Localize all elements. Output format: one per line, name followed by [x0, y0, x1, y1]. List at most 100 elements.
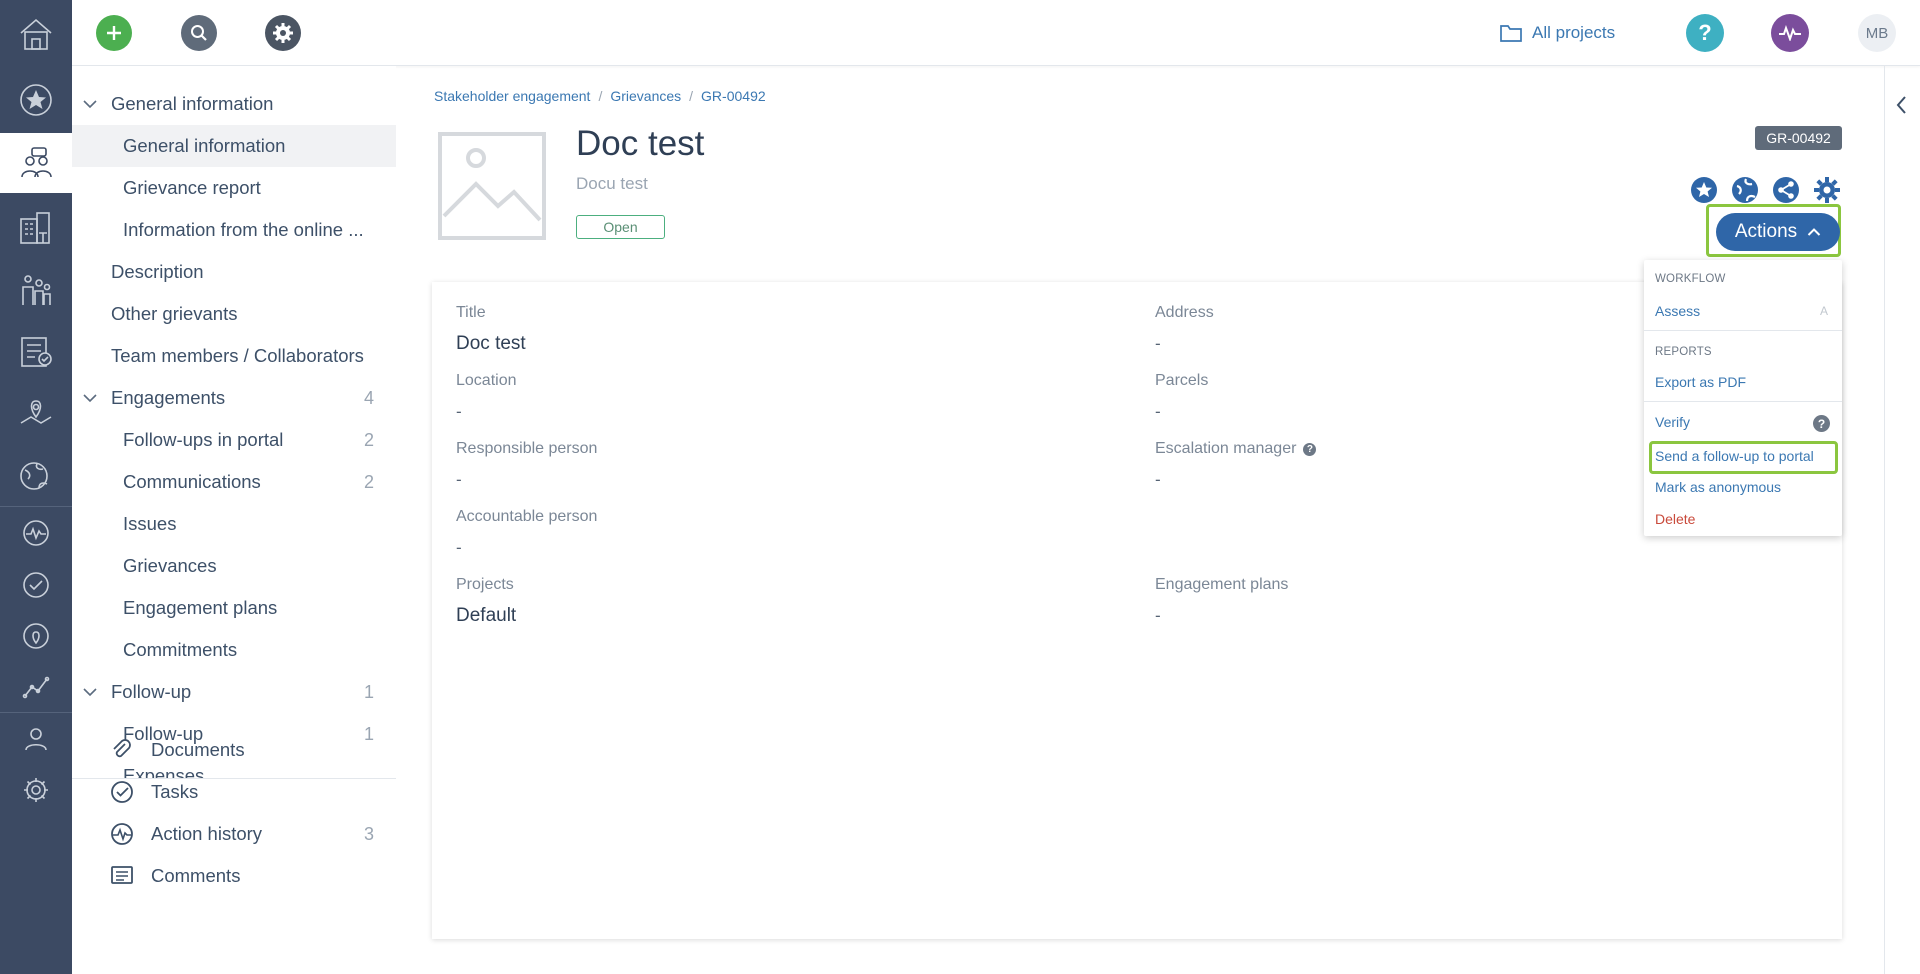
sidebar-item[interactable]: Engagement plans [72, 587, 396, 629]
sidebar-item[interactable]: Description [72, 251, 396, 293]
sidebar-item-count: 1 [363, 681, 374, 702]
field-value-address: - [1155, 334, 1161, 353]
help-button[interactable]: ? [1686, 14, 1724, 52]
all-projects-link[interactable]: All projects [1500, 20, 1615, 46]
sidebar-item[interactable]: General information [72, 83, 396, 125]
sidebar-item-label: General information [111, 93, 274, 114]
menu-item-verify[interactable]: Verify [1655, 414, 1690, 430]
actions-button[interactable]: Actions [1716, 213, 1840, 251]
sidebar-item-label: Action history [151, 823, 263, 844]
right-panel-divider [1884, 66, 1885, 974]
sidebar-item[interactable]: Information from the online ... [72, 209, 396, 251]
sidebar-item-count: 4 [363, 387, 374, 408]
sidebar-item[interactable]: Grievance report [72, 167, 396, 209]
people-icon[interactable] [0, 262, 72, 318]
add-button[interactable] [96, 15, 132, 51]
globe-icon[interactable] [0, 448, 72, 504]
sidebar-item[interactable]: General information [72, 125, 396, 167]
stakeholder-icon[interactable] [0, 133, 72, 193]
menu-item-mark-anonymous[interactable]: Mark as anonymous [1655, 479, 1781, 495]
menu-item-delete[interactable]: Delete [1655, 511, 1695, 527]
sidebar-item-label: Information from the online ... [123, 219, 364, 240]
menu-divider [1644, 330, 1842, 331]
gear-icon[interactable] [0, 765, 72, 815]
image-icon [442, 148, 542, 222]
sidebar-bottom-item[interactable]: Action history 3 [72, 813, 396, 855]
gear-icon[interactable] [1813, 176, 1841, 204]
menu-item-export-pdf[interactable]: Export as PDF [1655, 374, 1746, 390]
chevron-down-icon[interactable] [82, 96, 98, 112]
checklist-icon[interactable] [0, 324, 72, 380]
chevron-down-icon[interactable] [82, 390, 98, 406]
home-icon[interactable] [0, 6, 72, 62]
sidebar-bottom-item[interactable]: Tasks [72, 771, 396, 813]
breadcrumb-item[interactable]: GR-00492 [701, 88, 766, 104]
field-label-parcels: Parcels [1155, 372, 1209, 389]
help-icon[interactable]: ? [1813, 415, 1830, 432]
shortcut-hint: A [1819, 304, 1828, 318]
field-label-engagement-plans: Engagement plans [1155, 576, 1289, 593]
breadcrumb-item[interactable]: Stakeholder engagement [434, 88, 590, 104]
check-icon[interactable] [0, 560, 72, 610]
menu-item-send-follow-up[interactable]: Send a follow-up to portal [1655, 448, 1814, 464]
menu-section-reports: REPORTS [1655, 346, 1712, 358]
sidebar-item-label: Comments [151, 865, 241, 886]
sidebar-item[interactable]: Follow-ups in portal 2 [72, 419, 396, 461]
field-label-projects: Projects [456, 576, 514, 593]
field-label-responsible: Responsible person [456, 440, 598, 457]
buildings-icon[interactable] [0, 200, 72, 256]
activity-button[interactable] [1771, 14, 1809, 52]
search-button[interactable] [181, 15, 217, 51]
globe-icon[interactable] [1731, 176, 1759, 204]
page-title: Doc test [576, 124, 705, 163]
sidebar-item[interactable]: Commitments [72, 629, 396, 671]
sidebar-bottom-item[interactable]: Comments [72, 855, 396, 897]
actions-label: Actions [1734, 221, 1798, 242]
avatar[interactable]: MB [1858, 14, 1896, 52]
field-value-location: - [456, 402, 462, 421]
menu-item-assess[interactable]: Assess [1655, 303, 1700, 319]
id-badge: GR-00492 [1755, 126, 1842, 150]
image-placeholder[interactable] [438, 132, 546, 240]
comment-icon [111, 866, 133, 884]
user-icon[interactable] [0, 714, 72, 764]
field-value-projects[interactable]: Default [456, 605, 516, 627]
field-value-title: Doc test [456, 333, 526, 354]
sidebar-item-label: Issues [123, 513, 177, 534]
sidebar-item-count: 2 [363, 471, 374, 492]
help-icon[interactable]: ? [1303, 442, 1317, 456]
breadcrumb-item[interactable]: Grievances [610, 88, 681, 104]
menu-divider [1644, 401, 1842, 402]
sidebar-item[interactable]: Communications 2 [72, 461, 396, 503]
sidebar-item[interactable]: Team members / Collaborators [72, 335, 396, 377]
sidebar-item-label: Tasks [151, 781, 199, 802]
chevron-up-icon [1807, 228, 1821, 236]
sidebar-item-label: Other grievants [111, 303, 238, 324]
sidebar-item-label: Grievances [123, 555, 217, 576]
sidebar-item-label: Follow-ups in portal [123, 429, 284, 450]
sidebar-item[interactable]: Issues [72, 503, 396, 545]
side-navigation: General information General information Gr… [72, 66, 396, 974]
sidebar-bottom-item[interactable]: Documents [72, 729, 396, 771]
sidebar-item-label: Description [111, 261, 204, 282]
chevron-left-icon[interactable] [1892, 92, 1912, 118]
sidebar-item[interactable]: Follow-up 1 [72, 671, 396, 713]
graph-icon[interactable] [0, 662, 72, 712]
location-icon[interactable] [0, 611, 72, 661]
pulse-icon[interactable] [0, 508, 72, 558]
sidebar-item[interactable]: Other grievants [72, 293, 396, 335]
map-pin-icon[interactable] [0, 386, 72, 442]
settings-button[interactable] [265, 15, 301, 51]
star-icon[interactable] [0, 72, 72, 128]
sidebar-item-label: General information [123, 135, 286, 156]
breadcrumb-separator: / [689, 88, 694, 104]
star-icon[interactable] [1690, 176, 1718, 204]
top-bar: All projects ? MB [72, 0, 1920, 66]
nav-list: General information General information Gr… [72, 66, 396, 778]
sidebar-item-label: Team members / Collaborators [111, 345, 364, 366]
sidebar-item[interactable]: Engagements 4 [72, 377, 396, 419]
field-value-responsible: - [456, 470, 462, 489]
share-icon[interactable] [1772, 176, 1800, 204]
sidebar-item[interactable]: Grievances [72, 545, 396, 587]
chevron-down-icon[interactable] [82, 684, 98, 700]
